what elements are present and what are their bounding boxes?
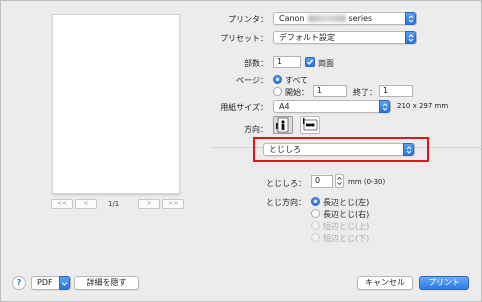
printer-brand: Canon: [279, 14, 305, 23]
preset-select[interactable]: デフォルト設定: [273, 31, 417, 44]
chevron-updown-icon: [379, 100, 390, 113]
printer-model-redacted: [307, 15, 346, 22]
print-dialog: << < 1/1 > >> プリンタ： Canon series プリセット： デ…: [0, 0, 482, 302]
duplex-checkbox[interactable]: [305, 57, 315, 67]
pages-from-label: 開始：: [285, 88, 309, 97]
pages-label: ページ：: [236, 76, 268, 85]
chevron-updown-icon: [403, 143, 414, 156]
pages-all-label: すべて: [285, 76, 309, 85]
page-indicator: 1/1: [108, 200, 120, 208]
section-menu-value: とじしろ: [269, 145, 301, 154]
duplex-label: 両面: [318, 59, 334, 68]
landscape-person-icon: [303, 118, 318, 131]
pages-to-input[interactable]: 1: [379, 85, 413, 97]
portrait-button[interactable]: [273, 116, 293, 134]
pdf-label: PDF: [37, 278, 53, 287]
checkmark-icon: [306, 59, 314, 65]
binding-short-top-radio: [311, 221, 320, 230]
binding-short-bottom-radio: [311, 233, 320, 242]
binding-short-bottom-label: 短辺とじ(下): [323, 234, 370, 243]
orientation-label: 方向：: [244, 125, 268, 134]
pages-to-label: 終了：: [353, 88, 377, 97]
printer-suffix: series: [348, 14, 373, 23]
last-page-button[interactable]: >>: [162, 199, 184, 209]
chevron-updown-icon: [405, 31, 416, 44]
pdf-menu-button[interactable]: PDF: [31, 276, 71, 290]
help-button[interactable]: ?: [12, 276, 26, 290]
binding-long-left-radio[interactable]: [311, 197, 320, 206]
binding-long-right-radio[interactable]: [311, 209, 320, 218]
copies-label: 部数：: [244, 59, 268, 68]
portrait-person-icon: [276, 117, 289, 133]
margin-unit: mm (0-30): [348, 178, 386, 186]
preset-value: デフォルト設定: [279, 33, 335, 42]
landscape-button[interactable]: [300, 116, 320, 134]
first-page-button[interactable]: <<: [51, 199, 73, 209]
pages-range-radio[interactable]: [273, 87, 282, 96]
next-page-button[interactable]: >: [138, 199, 160, 209]
margin-label: とじしろ：: [266, 179, 306, 188]
copies-input[interactable]: 1: [273, 56, 301, 68]
hide-details-button[interactable]: 詳細を隠す: [74, 276, 139, 290]
prev-page-button[interactable]: <: [75, 199, 97, 209]
cancel-button[interactable]: キャンセル: [357, 276, 413, 290]
paper-dims: 210 x 297 mm: [397, 102, 449, 110]
print-button[interactable]: プリント: [419, 276, 469, 290]
binding-label: とじ方向：: [266, 198, 306, 207]
chevron-down-icon: [59, 276, 70, 290]
margin-input[interactable]: 0: [311, 175, 333, 188]
section-menu-select[interactable]: とじしろ: [263, 143, 415, 156]
preset-label: プリセット：: [220, 34, 268, 43]
paper-size-select[interactable]: A4: [273, 100, 391, 113]
binding-long-left-label: 長辺とじ(左): [323, 198, 370, 207]
pages-all-radio[interactable]: [273, 75, 282, 84]
printer-label: プリンタ：: [228, 15, 268, 24]
margin-stepper[interactable]: [335, 174, 344, 188]
pages-from-input[interactable]: 1: [313, 85, 347, 97]
page-preview: [52, 14, 180, 194]
stepper-arrows-icon: [337, 176, 342, 186]
binding-short-top-label: 短辺とじ(上): [323, 222, 370, 231]
binding-long-right-label: 長辺とじ(右): [323, 210, 370, 219]
paper-size-value: A4: [279, 102, 290, 111]
paper-size-label: 用紙サイズ：: [220, 103, 268, 112]
chevron-updown-icon: [405, 12, 416, 25]
printer-select[interactable]: Canon series: [273, 12, 417, 25]
